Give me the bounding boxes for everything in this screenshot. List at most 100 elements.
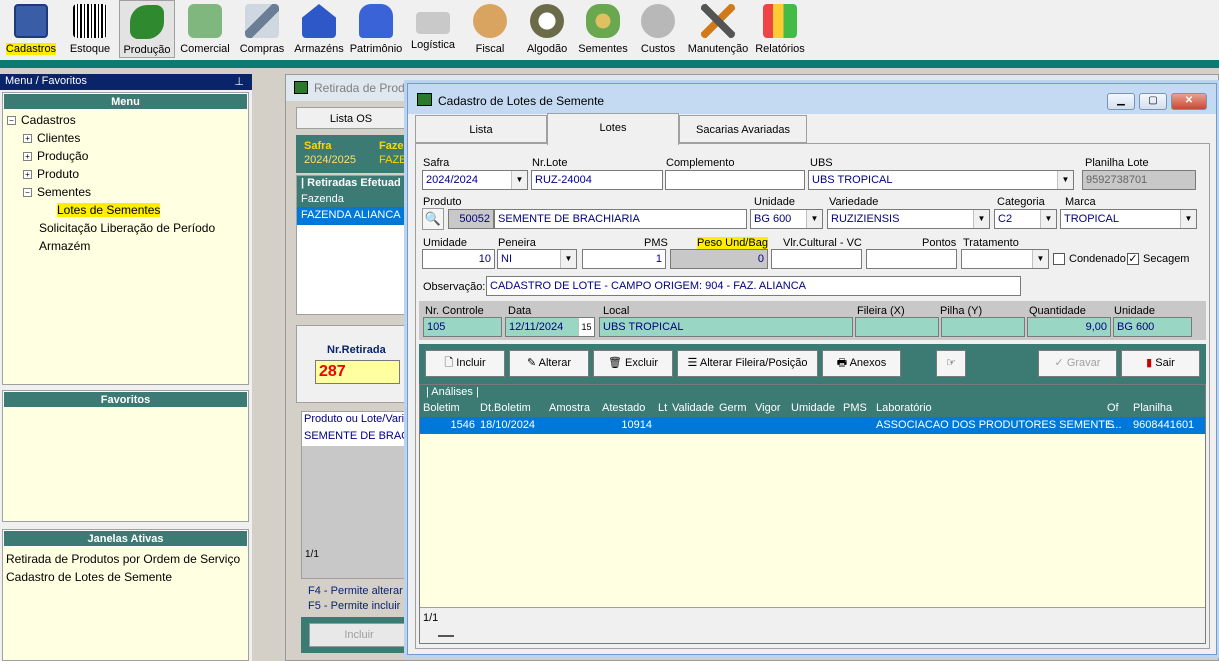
sair-button[interactable]: ▮ Sair [1121, 350, 1200, 377]
incluir-button[interactable]: Incluir [309, 623, 409, 647]
variedade-select[interactable]: RUZIZIENSIS ▼ [827, 209, 990, 229]
retiradas-grid: | Retiradas Efetuad Fazenda FAZENDA ALIA… [296, 175, 411, 315]
tab-lista[interactable]: Lista [415, 115, 547, 143]
search-icon[interactable]: 🔍 [422, 208, 444, 230]
tree-item-cadastros[interactable]: − Cadastros [7, 113, 76, 127]
nr-retirada-box: Nr.Retirada 287 [296, 325, 411, 403]
chevron-down-icon: ▼ [560, 250, 576, 268]
tree-item-sementes[interactable]: − Sementes [23, 185, 91, 199]
cadastro-lotes-dialog: Cadastro de Lotes de Semente ▁ ▢ ✕ Lista… [407, 83, 1217, 655]
collapse-icon[interactable]: − [23, 188, 32, 197]
tab-sacarias-avariadas[interactable]: Sacarias Avariadas [679, 115, 807, 143]
pin-icon[interactable]: ⊥ [234, 75, 244, 88]
secagem-checkbox[interactable]: ✓ [1127, 253, 1139, 265]
unidade2-field: BG 600 [1113, 317, 1192, 337]
chevron-down-icon: ▼ [511, 171, 527, 189]
tree-item-clientes[interactable]: + Clientes [23, 131, 80, 145]
maximize-button[interactable]: ▢ [1139, 93, 1167, 110]
produto-name-field[interactable]: SEMENTE DE BRACHIARIA [494, 209, 747, 229]
close-button[interactable]: ✕ [1171, 93, 1207, 110]
tab-lista-os[interactable]: Lista OS [296, 107, 406, 129]
nrlote-field[interactable]: RUZ-24004 [531, 170, 663, 190]
toolbar-sementes[interactable]: Sementes [577, 2, 629, 58]
pen-icon [245, 4, 279, 38]
tree-item-producao[interactable]: + Produção [23, 149, 88, 163]
incluir-button[interactable]: 🗋 Incluir [425, 350, 505, 377]
new-doc-icon: 🗋 [444, 357, 457, 369]
vlr-cultural-field[interactable] [771, 249, 862, 269]
printer-icon: 🖶 [836, 357, 850, 369]
janela-item[interactable]: Cadastro de Lotes de Semente [6, 568, 245, 586]
tree-item-produto[interactable]: + Produto [23, 167, 79, 181]
chevron-down-icon: ▼ [1040, 210, 1056, 228]
pointer-button[interactable]: ☞ [936, 350, 966, 377]
gravar-button[interactable]: ✓ Gravar [1038, 350, 1117, 377]
pms-field[interactable]: 1 [582, 249, 666, 269]
nr-retirada-field[interactable]: 287 [315, 360, 400, 384]
alterar-fileira-button[interactable]: ☰ Alterar Fileira/Posição [677, 350, 818, 377]
toolbar-estoque[interactable]: Estoque [64, 2, 116, 58]
unidade-select[interactable]: BG 600 ▼ [750, 209, 823, 229]
table-row[interactable]: SEMENTE DE BRACH [302, 428, 410, 446]
table-row[interactable]: 1546 18/10/2024 10914 ASSOCIACAO DOS PRO… [420, 417, 1205, 434]
excluir-button[interactable]: 🗑 Excluir [593, 350, 673, 377]
trash-icon: 🗑 [607, 357, 625, 369]
toolbar-manutencao[interactable]: Manutenção [686, 2, 750, 58]
minimize-button[interactable]: ▁ [1107, 93, 1135, 110]
hint-f5: F5 - Permite incluir no [308, 600, 416, 612]
toolbar-armazens[interactable]: Armazéns [293, 2, 345, 58]
umidade-field[interactable]: 10 [422, 249, 495, 269]
app-icon [294, 81, 308, 94]
toolbar-compras[interactable]: Compras [237, 2, 287, 58]
toolbar-producao[interactable]: Produção [119, 0, 175, 58]
menu-panel: Menu − Cadastros + Clientes + Produção + Pro… [2, 92, 249, 385]
seeds-icon [586, 4, 620, 38]
toolbar-custos[interactable]: Custos [636, 2, 680, 58]
alterar-button[interactable]: ✎ Alterar [509, 350, 589, 377]
barcode-icon [73, 4, 107, 38]
complemento-field[interactable] [665, 170, 805, 190]
table-row[interactable]: FAZENDA ALIANCA N [297, 207, 410, 225]
janela-item[interactable]: Retirada de Produtos por Ordem de Serviç… [6, 550, 245, 568]
calendar-icon[interactable]: 15 [578, 318, 594, 336]
toolbar-algodao[interactable]: Algodão [522, 2, 572, 58]
collapse-icon[interactable]: − [7, 116, 16, 125]
toolbar-logistica[interactable]: Logística [408, 2, 458, 58]
marca-select[interactable]: TROPICAL ▼ [1060, 209, 1197, 229]
toolbar-relatorios[interactable]: Relatórios [754, 2, 806, 58]
tab-lotes[interactable]: Lotes [547, 113, 679, 145]
toolbar-patrimonio[interactable]: Patrimônio [349, 2, 403, 58]
toolbar-strip [0, 60, 1219, 68]
pilha-field [941, 317, 1025, 337]
expand-icon[interactable]: + [23, 170, 32, 179]
grid-footer: 1/1 [420, 607, 1205, 643]
janelas-ativas-panel: Janelas Ativas Retirada de Produtos por … [2, 529, 249, 661]
condenado-checkbox[interactable] [1053, 253, 1065, 265]
planilha-lote-field: 9592738701 [1082, 170, 1196, 190]
tree-item-armazem[interactable]: Armazém [39, 239, 90, 253]
tree-item-lotes-de-sementes[interactable]: Lotes de Sementes [57, 203, 161, 217]
splitter[interactable] [252, 74, 285, 661]
chevron-down-icon: ▼ [1032, 250, 1048, 268]
bottom-toolbar: Incluir [301, 617, 411, 653]
anexos-button[interactable]: 🖶 Anexos [822, 350, 901, 377]
tree-item-solicitacao[interactable]: Solicitação Liberação de Período [39, 221, 215, 235]
expand-icon[interactable]: + [23, 134, 32, 143]
categoria-select[interactable]: C2 ▼ [994, 209, 1057, 229]
observacao-field[interactable]: CADASTRO DE LOTE - CAMPO ORIGEM: 904 - F… [486, 276, 1021, 296]
toolbar-cadastros[interactable]: Cadastros [3, 2, 59, 58]
tratamento-select[interactable]: ▼ [961, 249, 1049, 269]
expand-icon[interactable]: + [23, 152, 32, 161]
pontos-field[interactable] [866, 249, 957, 269]
toolbar-comercial[interactable]: Comercial [179, 2, 231, 58]
toolbar-fiscal[interactable]: Fiscal [465, 2, 515, 58]
tractor-icon [130, 5, 164, 39]
data-field[interactable]: 12/11/2024 15 [505, 317, 595, 337]
safra-select[interactable]: 2024/2024 ▼ [422, 170, 528, 190]
favoritos-panel: Favoritos [2, 390, 249, 522]
app-icon [417, 93, 432, 106]
ubs-select[interactable]: UBS TROPICAL ▼ [808, 170, 1074, 190]
peneira-select[interactable]: NI ▼ [497, 249, 577, 269]
produto-code-field: 50052 [448, 209, 494, 229]
scroll-indicator[interactable] [438, 635, 454, 637]
